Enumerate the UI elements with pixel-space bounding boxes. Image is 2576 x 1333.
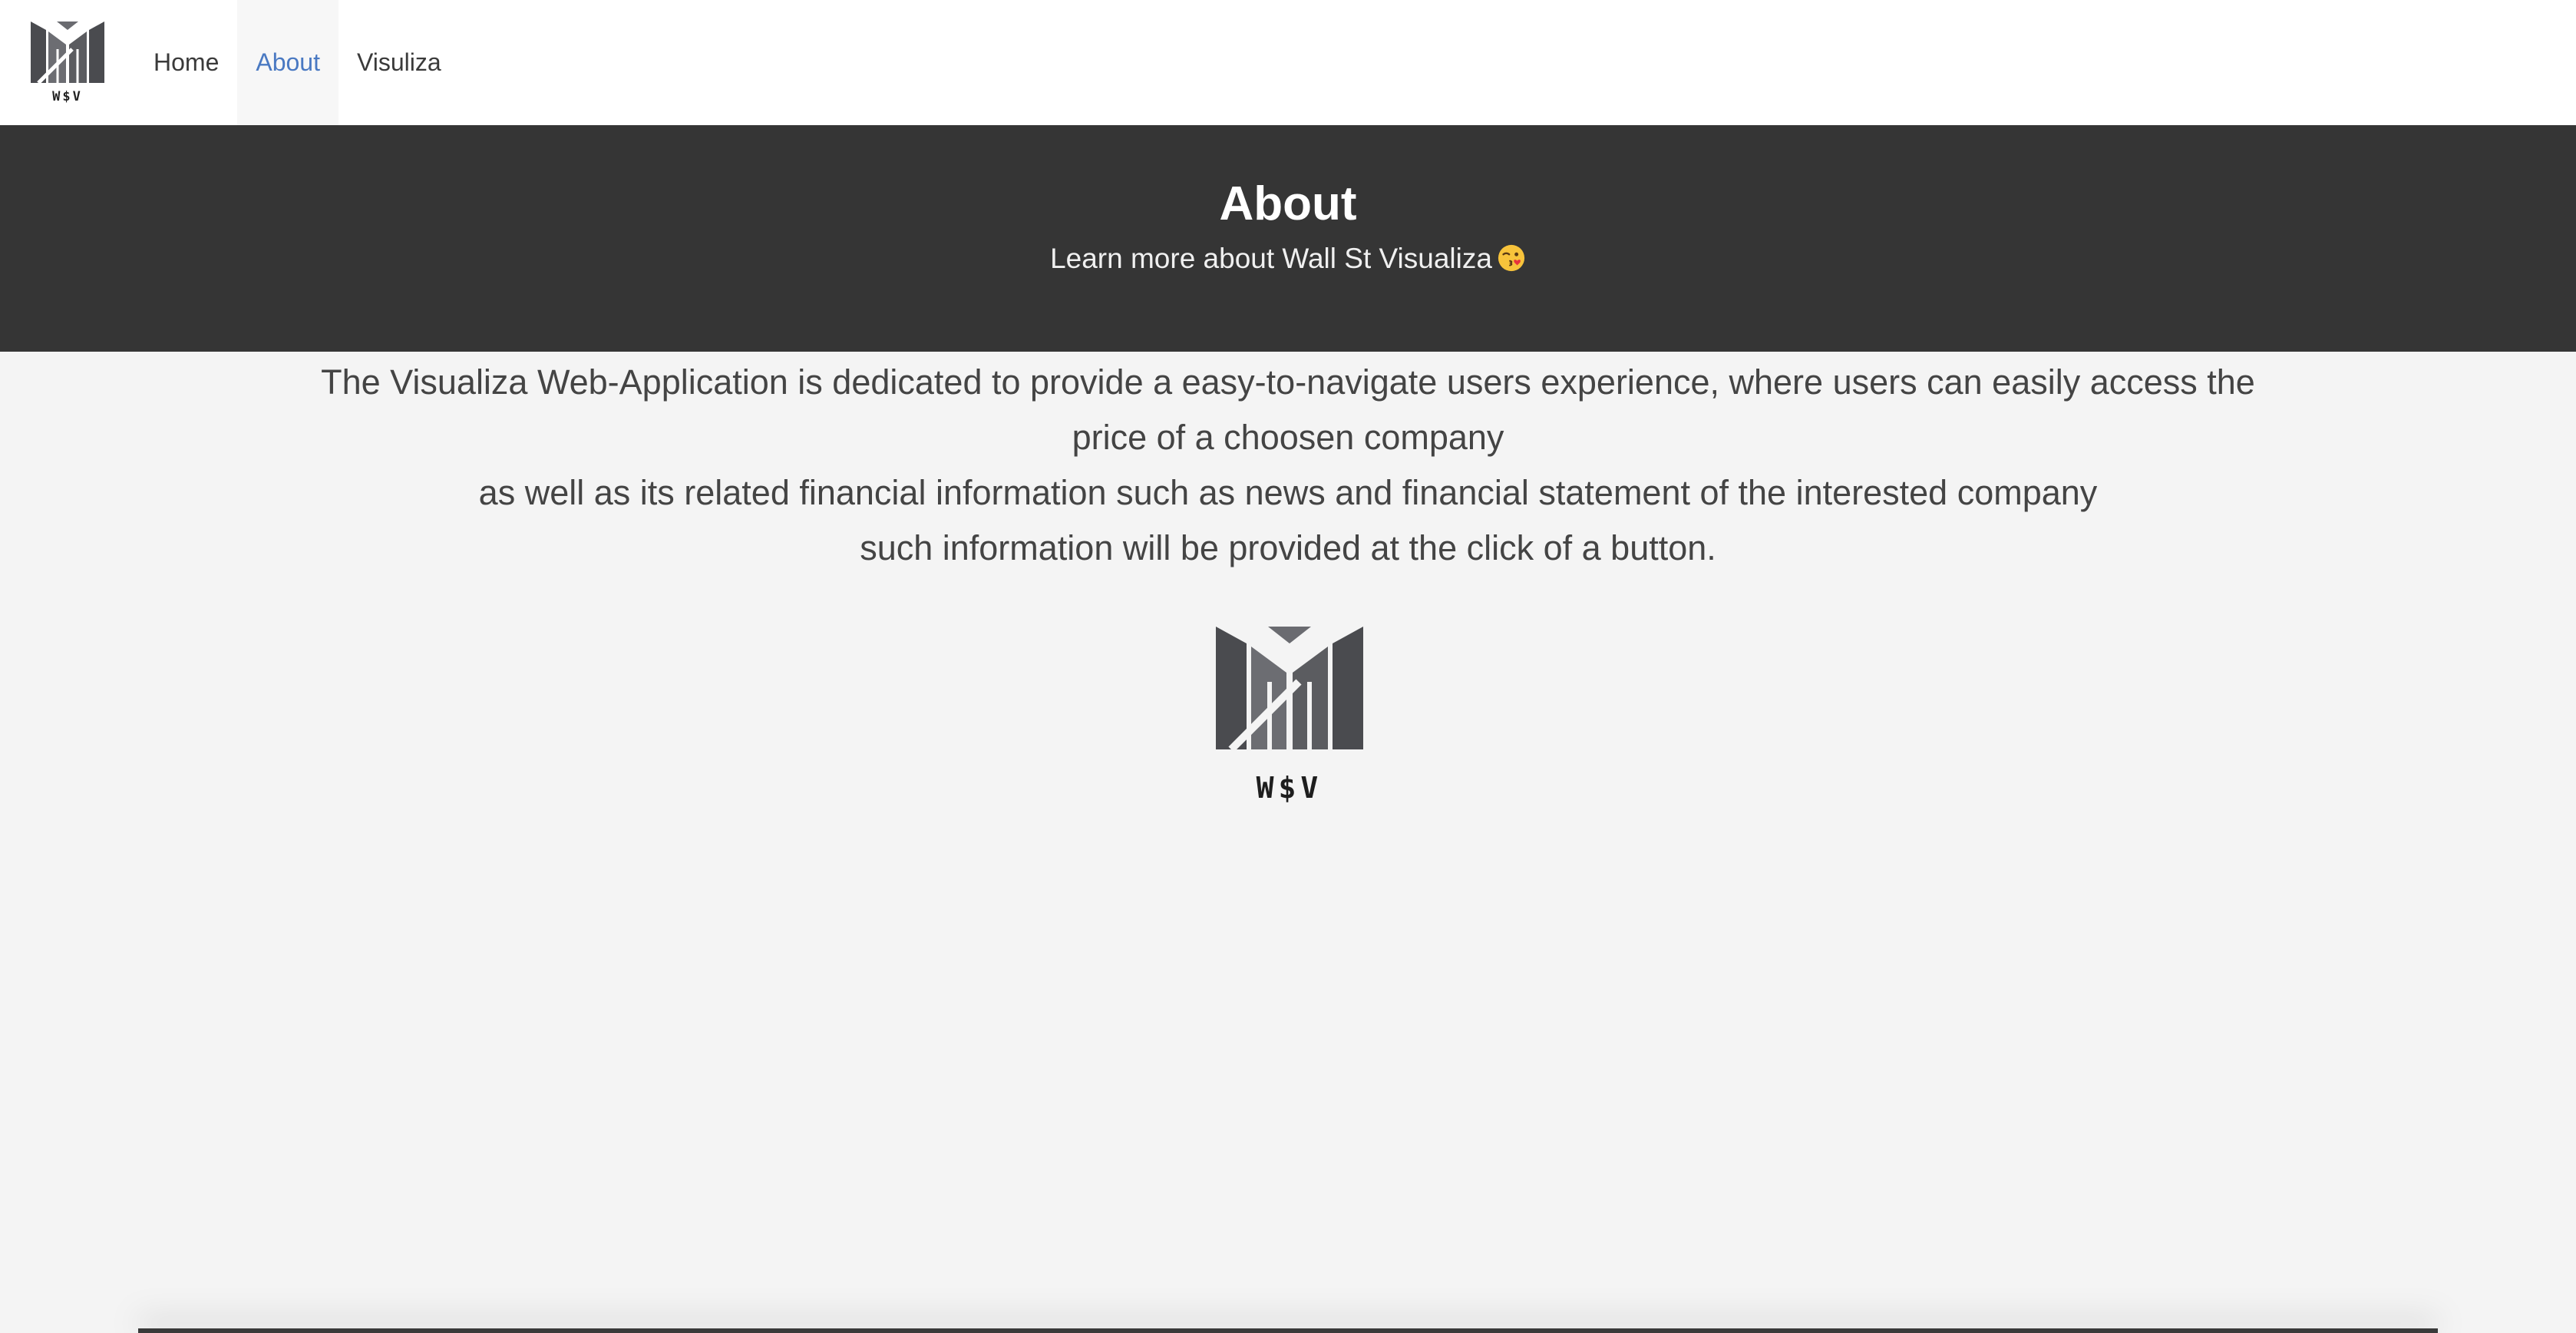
about-logo-text: W$V: [1256, 771, 1323, 805]
about-hero-banner: About Learn more about Wall St Visualiza: [0, 125, 2576, 352]
nav-visuliza[interactable]: Visuliza: [339, 0, 460, 125]
description-line-1: The Visualiza Web-Application is dedicat…: [321, 362, 2255, 402]
top-navbar: W$V Home About Visuliza: [0, 0, 2576, 125]
page-subtitle-text: Learn more about Wall St Visualiza: [1050, 243, 1492, 274]
nav-home[interactable]: Home: [135, 0, 237, 125]
wsv-logo-icon: [31, 21, 104, 83]
description-line-3: as well as its related financial informa…: [478, 473, 2098, 512]
page-subtitle: Learn more about Wall St Visualiza: [0, 242, 2576, 276]
kissing-face-emoji-icon: [1498, 244, 1525, 272]
wsv-logo-large-icon: [1216, 627, 1363, 752]
about-description: The Visualiza Web-Application is dedicat…: [0, 352, 2576, 576]
bottom-edge-shadow: [138, 1328, 2438, 1333]
description-line-2: price of a choosen company: [1072, 418, 1504, 457]
page-title: About: [1219, 177, 1357, 230]
brand-logo-text: W$V: [52, 88, 83, 104]
brand-logo[interactable]: W$V: [0, 0, 135, 125]
about-logo: W$V: [1216, 627, 1363, 802]
description-line-4: such information will be provided at the…: [860, 528, 1716, 567]
nav-about[interactable]: About: [237, 0, 339, 125]
